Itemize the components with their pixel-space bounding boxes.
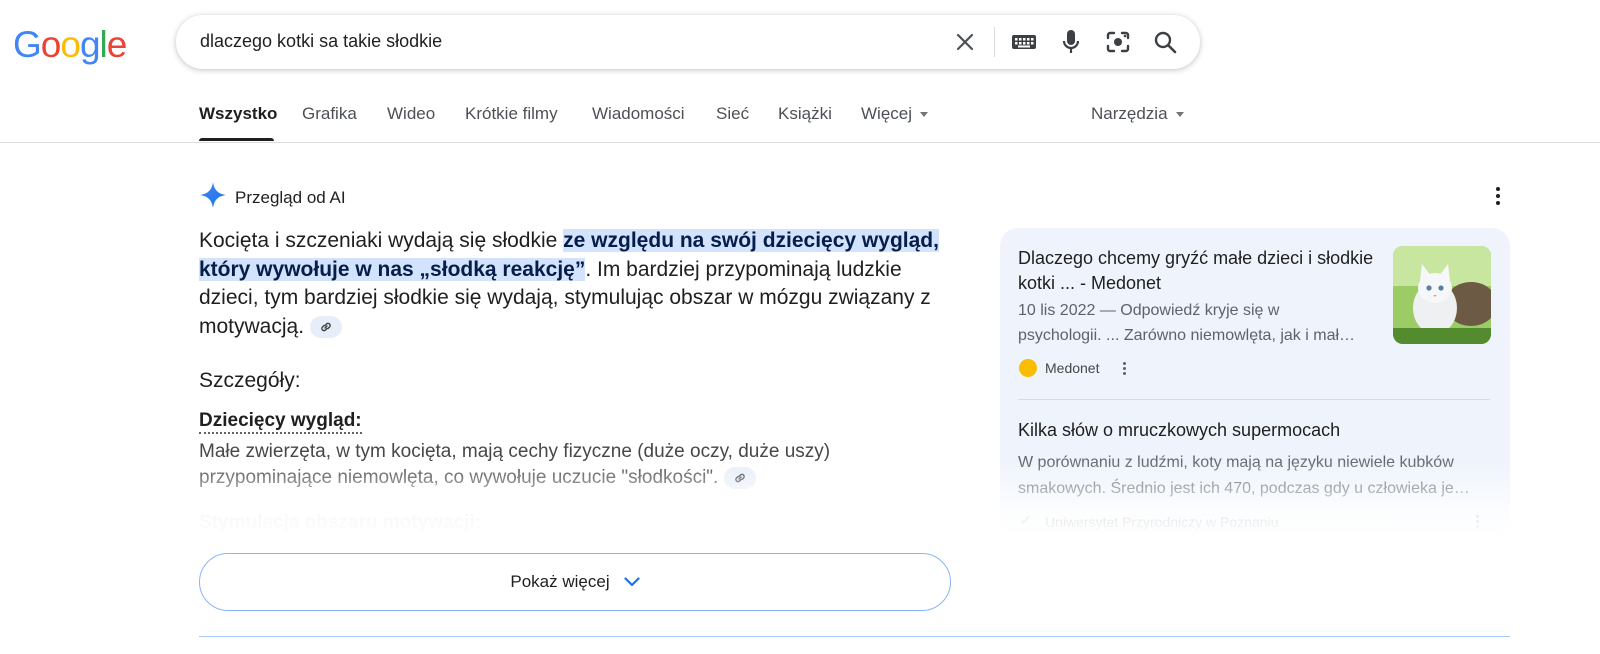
tab-more[interactable]: Więcej	[861, 104, 929, 124]
tab-web[interactable]: Sieć	[716, 104, 749, 124]
source-divider	[1018, 399, 1490, 400]
search-input[interactable]: dlaczego kotki sa takie słodkie	[200, 31, 442, 52]
tools-label: Narzędzia	[1091, 104, 1168, 123]
detail-text-childlike-look: Małe zwierzęta, w tym kocięta, mają cech…	[199, 439, 919, 491]
logo-letter-g2: g	[79, 24, 101, 65]
mic-icon[interactable]	[1057, 28, 1085, 56]
tab-news[interactable]: Wiadomości	[592, 104, 685, 124]
source-title-mruczki[interactable]: Kilka słów o mruczkowych supermocach	[1018, 418, 1488, 443]
check-icon: ✔	[1020, 513, 1031, 528]
more-vert-icon[interactable]	[1488, 184, 1508, 208]
ai-overview-summary: Kocięta i szczeniaki wydają się słodkie …	[199, 227, 959, 341]
source-site-medonet: Medonet	[1045, 360, 1100, 376]
more-vert-icon[interactable]	[1119, 359, 1129, 377]
logo-letter-o2: o	[60, 24, 81, 65]
details-heading: Szczegóły:	[199, 369, 301, 392]
source-thumbnail-kitten[interactable]	[1393, 246, 1491, 344]
close-icon[interactable]	[951, 28, 979, 56]
ai-overview-bottom-divider	[199, 636, 1510, 637]
logo-letter-o1: o	[40, 24, 62, 65]
detail-label-motivation: Stymulacja obszaru motywacji:	[199, 512, 481, 533]
lens-icon[interactable]	[1104, 28, 1132, 56]
show-more-button[interactable]: Pokaż więcej	[199, 553, 951, 611]
chevron-down-icon	[920, 112, 929, 118]
source-snippet-line2: smakowych. Średnio jest ich 470, podczas…	[1018, 480, 1470, 497]
tools-button[interactable]: Narzędzia	[1091, 104, 1184, 124]
summary-intro: Kocięta i szczeniaki wydają się słodkie	[199, 229, 564, 252]
tab-more-label: Więcej	[861, 104, 913, 123]
detail-label-childlike-look[interactable]: Dziecięcy wygląd:	[199, 410, 362, 434]
show-more-label: Pokaż więcej	[510, 572, 610, 591]
source-title-medonet[interactable]: Dlaczego chcemy gryźć małe dzieci i słod…	[1018, 246, 1378, 296]
ai-overview-title: Przegląd od AI	[235, 187, 346, 207]
source-site-upp: Uniwersytet Przyrodniczy w Poznaniu	[1045, 514, 1279, 530]
tab-video[interactable]: Wideo	[387, 104, 435, 124]
ai-sources-panel: Dlaczego chcemy gryźć małe dzieci i słod…	[1000, 228, 1510, 538]
logo-letter-l: l	[99, 24, 108, 65]
source-snippet-line1: W porównaniu z ludźmi, koty mają na języ…	[1018, 454, 1454, 471]
medonet-favicon	[1019, 359, 1037, 377]
chevron-down-icon	[1175, 112, 1184, 118]
chevron-down-icon	[624, 577, 640, 587]
google-logo[interactable]: Google	[13, 24, 128, 65]
source-snippet-line2: psychologii. ... Zarówno niemowlęta, jak…	[1018, 327, 1356, 344]
link-icon[interactable]	[724, 466, 757, 489]
tab-all[interactable]: Wszystko	[199, 104, 277, 124]
more-vert-icon[interactable]	[1472, 512, 1482, 530]
tab-images[interactable]: Grafika	[302, 104, 357, 124]
logo-letter-e: e	[106, 24, 128, 65]
tab-short-videos[interactable]: Krótkie filmy	[465, 104, 558, 124]
source-snippet-line1: 10 lis 2022 — Odpowiedź kryje się w	[1018, 302, 1280, 319]
ai-sparkle-icon	[199, 181, 227, 214]
search-bar[interactable]: dlaczego kotki sa takie słodkie	[176, 15, 1200, 69]
active-tab-indicator	[199, 138, 274, 141]
search-icon[interactable]	[1151, 28, 1179, 56]
search-divider	[994, 27, 995, 57]
ai-overview-header: Przegląd od AI	[199, 181, 346, 214]
tab-books[interactable]: Książki	[778, 104, 832, 124]
tabs-divider	[0, 142, 1600, 143]
keyboard-icon[interactable]	[1010, 28, 1038, 56]
link-icon[interactable]	[310, 315, 343, 338]
logo-letter-g: G	[13, 24, 42, 65]
